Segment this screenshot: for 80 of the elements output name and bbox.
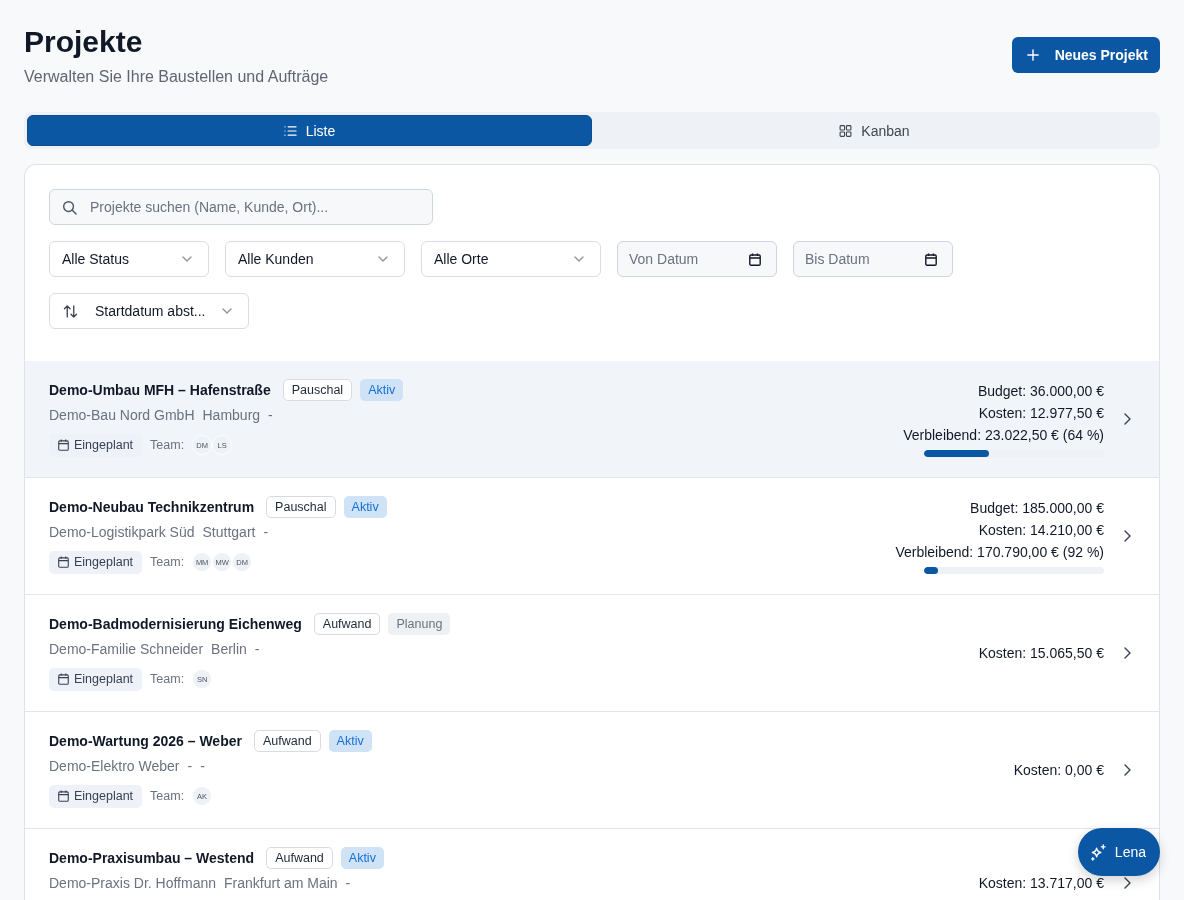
search-icon bbox=[62, 199, 77, 215]
project-title: Demo-Praxisumbau – Westend bbox=[49, 850, 255, 866]
project-title: Demo-Wartung 2026 – Weber bbox=[49, 733, 242, 749]
status-tag: Planung bbox=[388, 613, 451, 635]
customer-name: Demo-Logistikpark Süd bbox=[49, 524, 195, 540]
dash-text: - bbox=[263, 524, 269, 540]
billing-type-tag: Pauschal bbox=[282, 379, 353, 401]
amount-text: Verbleibend: 23.022,50 € (64 %) bbox=[903, 426, 1104, 445]
dash-text: - bbox=[200, 758, 205, 774]
dash-text: - bbox=[345, 875, 351, 891]
project-title: Demo-Neubau Technikzentrum bbox=[49, 499, 255, 515]
schedule-status-text: Eingeplant bbox=[74, 555, 134, 569]
amount-text: Kosten: 13.717,00 € bbox=[978, 874, 1104, 893]
date-field[interactable]: Von Datum bbox=[617, 241, 777, 277]
location-text: Hamburg bbox=[202, 407, 261, 423]
project-title: Demo-Umbau MFH – Hafenstraße bbox=[49, 382, 271, 398]
amount-text: Kosten: 0,00 € bbox=[1013, 760, 1104, 780]
location-text: Stuttgart bbox=[202, 524, 256, 540]
chevron-right-icon[interactable] bbox=[1124, 529, 1131, 542]
location-text: Berlin bbox=[211, 641, 247, 657]
plus-icon bbox=[1026, 49, 1039, 61]
sort-icon bbox=[63, 304, 78, 318]
calendar-icon bbox=[58, 439, 69, 451]
grid-icon bbox=[839, 124, 853, 137]
customer-name: Demo-Praxis Dr. Hoffmann bbox=[49, 875, 216, 891]
page-subtitle: Verwalten Sie Ihre Baustellen und Aufträge bbox=[24, 67, 329, 87]
status-tag: Aktiv bbox=[343, 496, 387, 518]
sort-dropdown[interactable]: Startdatum abst... bbox=[49, 293, 249, 329]
chevron-down-icon bbox=[182, 256, 192, 262]
calendar-icon bbox=[749, 252, 761, 266]
search-field[interactable]: Projekte suchen (Name, Kunde, Ort)... bbox=[49, 189, 433, 225]
billing-type-tag: Aufwand bbox=[313, 613, 381, 635]
schedule-status-text: Eingeplant bbox=[74, 789, 134, 803]
calendar-icon bbox=[925, 252, 937, 266]
status-tag: Aktiv bbox=[340, 847, 384, 869]
chevron-down-icon bbox=[574, 256, 584, 262]
sparkle-icon bbox=[1089, 843, 1107, 861]
view-tab[interactable]: Liste bbox=[27, 115, 592, 146]
customer-name: Demo-Elektro Weber bbox=[49, 758, 180, 774]
filter-dropdown[interactable]: Alle Kunden bbox=[225, 241, 405, 277]
calendar-icon bbox=[58, 673, 69, 685]
amount-text: Budget: 185.000,00 € bbox=[970, 499, 1104, 518]
dash-text: - bbox=[268, 407, 273, 423]
list-icon bbox=[283, 124, 297, 137]
dash-text: - bbox=[254, 641, 260, 657]
schedule-status-text: Eingeplant bbox=[74, 672, 134, 686]
date-field[interactable]: Bis Datum bbox=[793, 241, 953, 277]
chevron-right-icon[interactable] bbox=[1124, 763, 1131, 776]
team-label: Team: bbox=[150, 555, 185, 569]
status-tag: Aktiv bbox=[360, 379, 404, 401]
billing-type-tag: Aufwand bbox=[253, 730, 321, 752]
amount-text: Kosten: 12.977,50 € bbox=[978, 404, 1104, 423]
calendar-icon bbox=[58, 790, 69, 802]
chevron-down-icon bbox=[222, 308, 232, 314]
location-text: Frankfurt am Main bbox=[224, 875, 338, 891]
billing-type-tag: Aufwand bbox=[266, 847, 333, 869]
team-label: Team: bbox=[150, 789, 185, 803]
page-title: Projekte bbox=[24, 24, 144, 60]
filter-dropdown[interactable]: Alle Status bbox=[49, 241, 209, 277]
project-title: Demo-Badmodernisierung Eichenweg bbox=[49, 616, 302, 632]
status-tag: Aktiv bbox=[328, 730, 372, 752]
new-project-button[interactable]: Neues Projekt bbox=[1011, 37, 1160, 73]
amount-text: Kosten: 15.065,50 € bbox=[978, 643, 1104, 663]
chevron-right-icon[interactable] bbox=[1124, 877, 1131, 889]
chevron-right-icon[interactable] bbox=[1124, 412, 1131, 425]
customer-name: Demo-Bau Nord GmbH bbox=[49, 407, 195, 423]
billing-type-tag: Pauschal bbox=[266, 496, 336, 518]
amount-text: Kosten: 14.210,00 € bbox=[978, 521, 1104, 540]
customer-name: Demo-Familie Schneider bbox=[49, 641, 204, 657]
view-tab[interactable]: Kanban bbox=[592, 115, 1157, 146]
filter-dropdown[interactable]: Alle Orte bbox=[421, 241, 601, 277]
location-text: - bbox=[187, 758, 193, 774]
team-label: Team: bbox=[150, 438, 185, 452]
chevron-right-icon[interactable] bbox=[1124, 646, 1131, 659]
team-label: Team: bbox=[150, 672, 185, 686]
amount-text: Budget: 36.000,00 € bbox=[977, 382, 1104, 401]
calendar-icon bbox=[58, 556, 69, 568]
chevron-down-icon bbox=[378, 256, 388, 262]
amount-text: Verbleibend: 170.790,00 € (92 %) bbox=[895, 543, 1104, 562]
schedule-status-text: Eingeplant bbox=[74, 438, 134, 452]
